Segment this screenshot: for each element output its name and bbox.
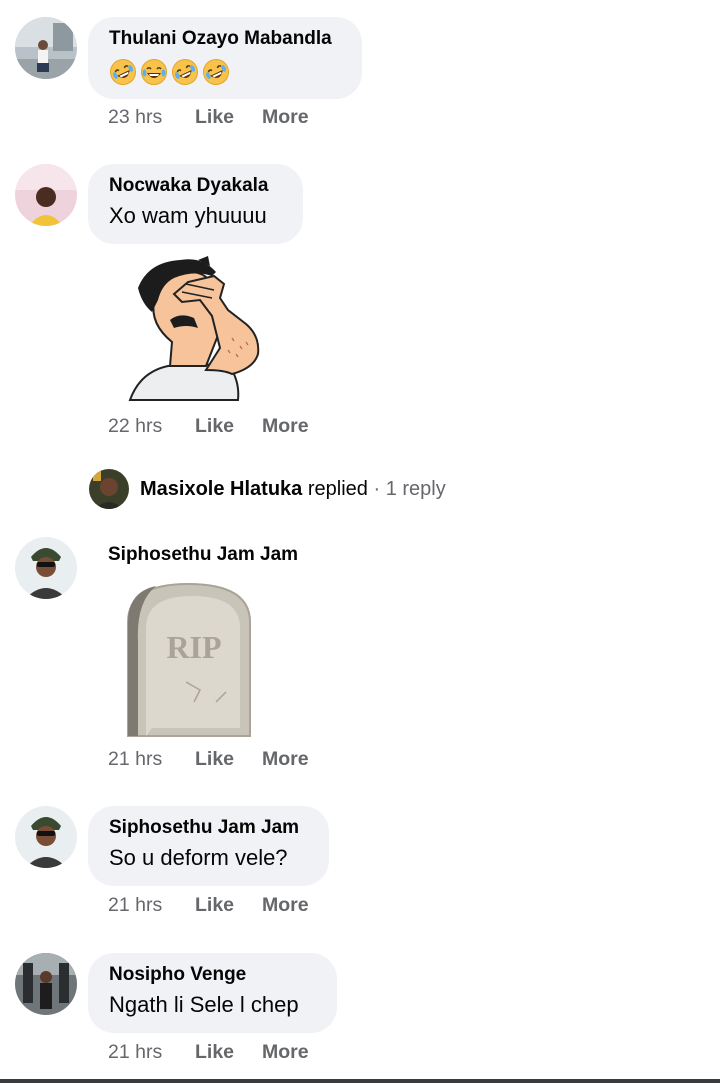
reply-separator: ·	[373, 478, 381, 500]
commenter-name[interactable]: Nosipho Venge	[109, 963, 317, 987]
comment-actions: 21 hrs Like More	[108, 1041, 328, 1065]
comment-bubble[interactable]: Nosipho Venge Ngath li Sele l chep	[88, 953, 337, 1033]
avatar[interactable]	[15, 953, 77, 1015]
commenter-name[interactable]: Thulani Ozayo Mabandla	[109, 27, 342, 51]
commenter-name[interactable]: Siphosethu Jam Jam	[109, 816, 309, 840]
replier-name[interactable]: Masixole Hlatuka	[140, 478, 302, 500]
more-button[interactable]: More	[262, 106, 309, 129]
comment-bubble[interactable]: Nocwaka Dyakala Xo wam yhuuuu	[88, 164, 303, 244]
comment-actions: 23 hrs Like More	[108, 106, 328, 130]
comment-text: Xo wam yhuuuu	[109, 203, 267, 228]
like-button[interactable]: Like	[195, 106, 234, 129]
commenter-name[interactable]: Siphosethu Jam Jam	[108, 543, 298, 567]
timestamp[interactable]: 23 hrs	[108, 106, 162, 129]
like-button[interactable]: Like	[195, 415, 234, 438]
facepalm-sticker[interactable]	[128, 254, 263, 402]
rip-text: RIP	[166, 629, 221, 665]
more-button[interactable]: More	[262, 894, 309, 917]
comment-actions: 22 hrs Like More	[108, 415, 328, 439]
rofl-icon	[203, 59, 229, 85]
timestamp[interactable]: 22 hrs	[108, 415, 162, 438]
timestamp[interactable]: 21 hrs	[108, 894, 162, 917]
avatar[interactable]	[15, 806, 77, 868]
reply-count[interactable]: 1 reply	[386, 478, 446, 500]
timestamp[interactable]: 21 hrs	[108, 1041, 162, 1064]
more-button[interactable]: More	[262, 748, 309, 771]
laughing-icon	[141, 59, 167, 85]
like-button[interactable]: Like	[195, 748, 234, 771]
rofl-icon	[110, 59, 136, 85]
like-button[interactable]: Like	[195, 894, 234, 917]
timestamp[interactable]: 21 hrs	[108, 748, 162, 771]
comment-bubble[interactable]: Thulani Ozayo Mabandla	[88, 17, 362, 99]
comment-text: So u deform vele?	[109, 845, 288, 870]
comment-actions: 21 hrs Like More	[108, 748, 328, 772]
avatar[interactable]	[89, 469, 129, 509]
like-button[interactable]: Like	[195, 1041, 234, 1064]
avatar[interactable]	[15, 537, 77, 599]
avatar[interactable]	[15, 164, 77, 226]
commenter-name[interactable]: Nocwaka Dyakala	[109, 174, 283, 198]
comment-bubble[interactable]: Siphosethu Jam Jam So u deform vele?	[88, 806, 329, 886]
more-button[interactable]: More	[262, 1041, 309, 1064]
comment-actions: 21 hrs Like More	[108, 894, 328, 918]
rip-tombstone-sticker[interactable]: RIP	[126, 582, 254, 738]
rofl-icon	[172, 59, 198, 85]
reply-action: replied	[307, 478, 368, 500]
reply-summary-text[interactable]: Masixole Hlatuka replied · 1 reply	[140, 478, 446, 501]
bottom-divider	[0, 1079, 720, 1083]
more-button[interactable]: More	[262, 415, 309, 438]
avatar[interactable]	[15, 17, 77, 79]
comment-text: Ngath li Sele l chep	[109, 992, 299, 1017]
emoji-row	[109, 58, 342, 86]
